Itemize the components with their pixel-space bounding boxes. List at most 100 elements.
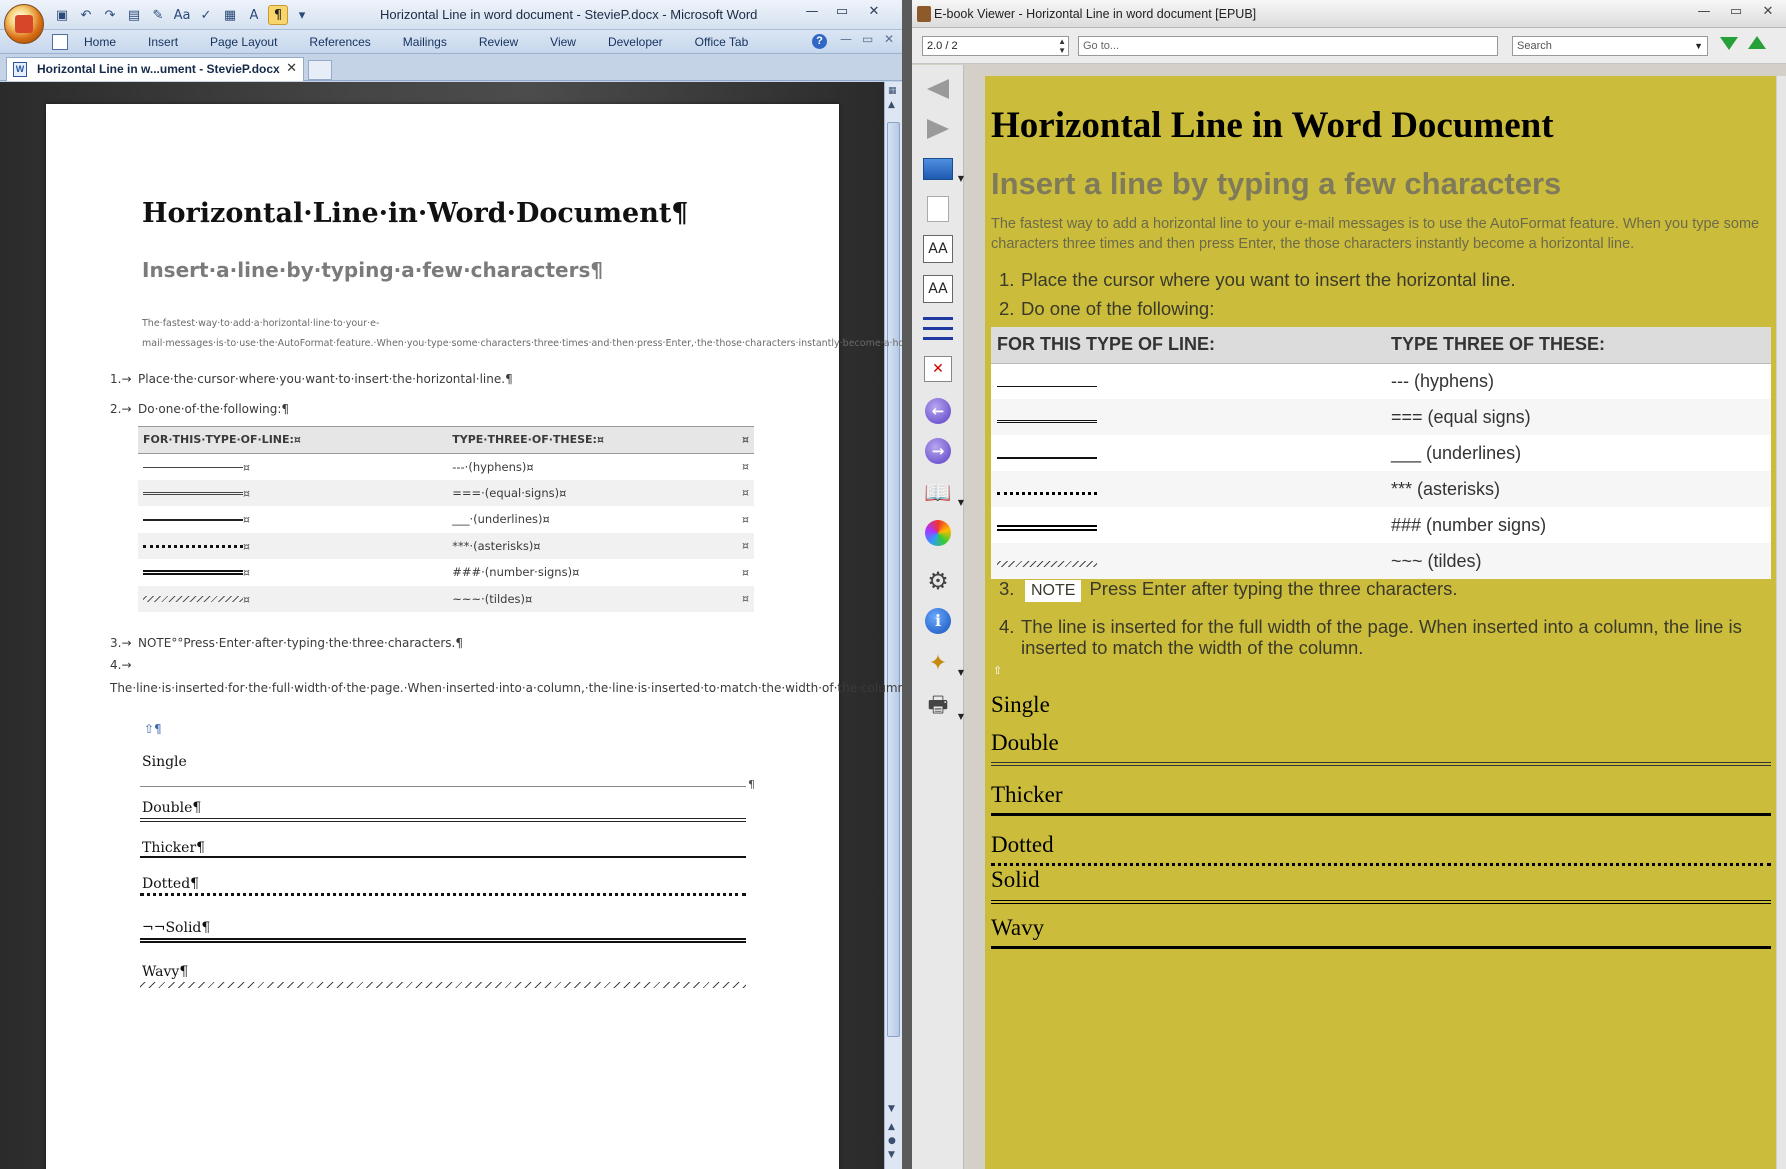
maximize-icon[interactable]: ▭: [830, 2, 854, 22]
rule-thicker: [991, 813, 1771, 816]
position-spinbox[interactable]: 2.0 / 2 ▲ ▼: [922, 36, 1069, 56]
toc-icon[interactable]: [922, 313, 954, 345]
document-page[interactable]: Horizontal·Line·in·Word·Document¶ Insert…: [46, 104, 902, 1169]
window-divider: [902, 0, 912, 1169]
rule-solid: [991, 900, 1771, 904]
redo-icon[interactable]: ↷: [100, 5, 120, 25]
browse-object-icon[interactable]: ●: [888, 1136, 896, 1146]
section-label-dotted: Dotted¶: [142, 876, 200, 892]
ribbon-close-icon[interactable]: ✕: [884, 32, 894, 46]
preferences-icon[interactable]: ⚙: [922, 565, 954, 597]
tab-review[interactable]: Review: [465, 30, 536, 54]
copy-icon[interactable]: [922, 193, 954, 225]
scroll-up-icon[interactable]: ▲: [888, 100, 895, 110]
customize-toolbar-icon[interactable]: ▾: [292, 5, 312, 25]
tab-developer[interactable]: Developer: [594, 30, 681, 54]
forward-icon[interactable]: [922, 113, 954, 145]
open-folder-icon[interactable]: ▤: [124, 5, 144, 25]
tab-references[interactable]: References: [295, 30, 388, 54]
previous-page-icon[interactable]: ←: [922, 395, 954, 427]
font-smaller-icon[interactable]: AA: [922, 273, 954, 305]
save-icon[interactable]: ▣: [52, 5, 72, 25]
goto-input[interactable]: Go to...: [1078, 36, 1498, 56]
table-row: === (equal signs): [991, 399, 1771, 435]
line-sample-dotted: [997, 491, 1097, 495]
close-icon[interactable]: ✕: [1756, 2, 1780, 22]
ribbon-minimize-icon[interactable]: —: [840, 32, 852, 46]
prev-page-icon[interactable]: ▲: [888, 1122, 895, 1132]
list-item: 4. The line is inserted for the full widt…: [999, 616, 1742, 658]
line-types-table: FOR·THIS·TYPE·OF·LINE:¤ TYPE·THREE·OF·TH…: [138, 426, 754, 612]
table-header-type-three: TYPE THREE OF THESE:: [1385, 327, 1771, 364]
back-icon[interactable]: [922, 73, 954, 105]
section-label-thicker: Thicker¶: [142, 840, 206, 856]
line-sample-underline: [997, 456, 1097, 459]
print-icon[interactable]: 🖶 ▼: [922, 691, 964, 723]
tab-mailings[interactable]: Mailings: [389, 30, 465, 54]
minimize-icon[interactable]: —: [800, 2, 824, 22]
search-input[interactable]: Search ▼: [1512, 36, 1708, 56]
list-item: 1. Place the cursor where you want to ins…: [999, 269, 1516, 290]
section-label-double: Double: [991, 730, 1059, 755]
line-sample-single: [143, 466, 243, 468]
table-header-line-type: FOR THIS TYPE OF LINE:: [991, 327, 1385, 364]
line-sample-wavy: [997, 560, 1097, 567]
document-tab[interactable]: W Horizontal Line in w...ument - StevieP…: [6, 57, 304, 81]
content-scrollbar[interactable]: [1777, 76, 1786, 1169]
word-doc-icon: W: [13, 62, 27, 77]
spin-arrows-icon[interactable]: ▲ ▼: [1058, 37, 1066, 55]
table-row: ~~~ (tildes): [991, 543, 1771, 579]
help-icon[interactable]: ?: [812, 34, 827, 49]
line-sample-wavy: [143, 596, 243, 603]
rule-dotted: [140, 893, 746, 896]
line-sample-double: [143, 491, 243, 495]
close-icon[interactable]: ✕: [862, 2, 886, 22]
close-tab-icon[interactable]: ✕: [286, 58, 297, 80]
next-page-icon[interactable]: ▼: [888, 1150, 895, 1160]
tab-page-layout[interactable]: Page Layout: [196, 30, 295, 54]
table-row: ¤ ===·(equal·signs)¤ ¤: [138, 479, 754, 506]
new-tab-button[interactable]: [308, 60, 332, 80]
table-icon[interactable]: ▦: [220, 5, 240, 25]
font-larger-icon[interactable]: AA: [922, 233, 954, 265]
tab-office-tab[interactable]: Office Tab: [681, 30, 767, 54]
anchor-icon: ⇧: [993, 665, 1003, 677]
theme-icon[interactable]: [922, 517, 954, 549]
spelling-icon[interactable]: ✓: [196, 5, 216, 25]
magic-wand-icon[interactable]: ✦ ▼: [922, 647, 964, 679]
tab-insert[interactable]: Insert: [134, 30, 196, 54]
scroll-down-icon[interactable]: ▼: [888, 1104, 895, 1114]
find-previous-icon[interactable]: [1748, 36, 1766, 49]
vertical-scrollbar[interactable]: ▦ ▲ ▼ ▲ ● ▼: [884, 82, 902, 1169]
chevron-down-icon[interactable]: ▼: [1694, 37, 1703, 55]
document-tab-label: Horizontal Line in w...ument - StevieP.d…: [37, 62, 280, 76]
section-label-single: Single: [142, 754, 187, 770]
bookmark-icon[interactable]: 📖 ▼: [922, 477, 964, 509]
maximize-icon[interactable]: ▭: [1724, 2, 1748, 22]
library-icon[interactable]: ▼: [922, 153, 964, 185]
tab-view[interactable]: View: [536, 30, 594, 54]
minimize-icon[interactable]: —: [1692, 2, 1716, 22]
font-color-icon[interactable]: A: [244, 5, 264, 25]
info-icon[interactable]: i: [922, 605, 954, 637]
undo-icon[interactable]: ↶: [76, 5, 96, 25]
change-case-icon[interactable]: Aa: [172, 5, 192, 25]
format-painter-icon[interactable]: ✎: [148, 5, 168, 25]
ebook-window-title: E-book Viewer - Horizontal Line in word …: [934, 7, 1257, 21]
ebook-titlebar: E-book Viewer - Horizontal Line in word …: [912, 0, 1786, 28]
ruler-toggle-icon[interactable]: ▦: [888, 86, 897, 96]
ribbon-restore-icon[interactable]: ▭: [862, 32, 873, 46]
office-button[interactable]: [4, 4, 44, 44]
find-next-icon[interactable]: [1720, 37, 1738, 50]
tab-home[interactable]: Home: [70, 30, 134, 54]
section-label-thicker: Thicker: [991, 782, 1063, 807]
rule-wavy: [991, 946, 1771, 949]
ebook-sidebar: ▼ AA AA ✕ ← → 📖 ▼ ⚙ i ✦ ▼ 🖶 ▼: [912, 65, 964, 1169]
next-page-icon[interactable]: →: [922, 435, 954, 467]
ebook-content[interactable]: Horizontal Line in Word Document Insert …: [985, 76, 1776, 1169]
show-formatting-icon[interactable]: ¶: [268, 5, 288, 25]
ribbon-tabs: Home Insert Page Layout References Maili…: [70, 30, 766, 54]
fullscreen-icon[interactable]: ✕: [922, 353, 954, 385]
rule-thicker: [140, 856, 746, 858]
scroll-thumb[interactable]: [887, 122, 900, 1037]
